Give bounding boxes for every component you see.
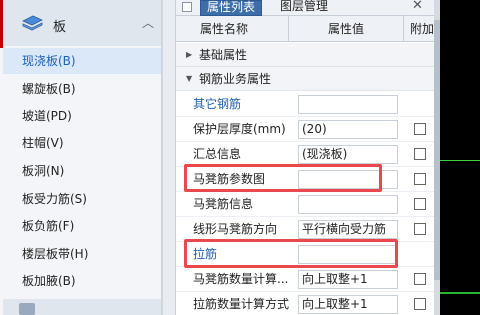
- property-name: 马凳筋数量计算...: [193, 272, 289, 286]
- tab-property-list[interactable]: 属性列表: [200, 0, 263, 16]
- highlight-box-mastirrup-diagram: [184, 164, 382, 192]
- property-panel: 属性列表 图层管理 ✕ 属性名称 属性值 附加 ▶ 基础属性 ▼ 钢筋业务属性 …: [175, 0, 435, 315]
- property-row[interactable]: 拉筋数量计算方式 向上取整+1: [176, 292, 435, 315]
- extra-checkbox[interactable]: [414, 123, 426, 135]
- group-rebar-properties[interactable]: ▼ 钢筋业务属性: [176, 67, 435, 91]
- property-row[interactable]: 马凳筋数量计算... 向上取整+1: [176, 267, 435, 292]
- col-extra[interactable]: 附加: [410, 16, 434, 42]
- extra-checkbox[interactable]: [414, 223, 426, 235]
- column-divider[interactable]: [403, 16, 404, 42]
- property-row[interactable]: 马凳筋信息: [176, 192, 435, 217]
- tree-item-ramp[interactable]: 坡道(PD): [3, 103, 161, 129]
- tab-layer-management[interactable]: 图层管理: [274, 0, 334, 16]
- property-name: 其它钢筋: [193, 97, 242, 111]
- tree-item-slab-hole[interactable]: 板洞(N): [3, 158, 161, 184]
- extra-checkbox[interactable]: [414, 198, 426, 210]
- tree-item-column-cap[interactable]: 柱帽(V): [3, 130, 161, 156]
- tree-item-floor-slab-strip[interactable]: 楼层板带(H): [3, 241, 161, 267]
- extra-checkbox[interactable]: [414, 298, 426, 310]
- col-property-name[interactable]: 属性名称: [200, 16, 248, 42]
- axis-line: [440, 292, 480, 294]
- tab-bar: 属性列表 图层管理 ✕: [176, 0, 435, 16]
- close-icon[interactable]: ✕: [412, 0, 423, 13]
- group-basic-properties[interactable]: ▶ 基础属性: [176, 43, 435, 67]
- tree-item-slab-neg-rebar[interactable]: 板负筋(F): [3, 213, 161, 239]
- extra-checkbox[interactable]: [414, 173, 426, 185]
- property-value-field[interactable]: [298, 195, 398, 214]
- next-category-header[interactable]: [3, 299, 161, 315]
- tree-item-slab-haunch[interactable]: 板加腋(B): [3, 268, 161, 294]
- pin-icon[interactable]: [182, 2, 192, 12]
- property-name: 马凳筋信息: [193, 197, 254, 211]
- component-tree: 板 ︿ 现浇板(B) 螺旋板(B) 坡道(PD) 柱帽(V) 板洞(N) 板受力…: [0, 0, 161, 315]
- group-label: 钢筋业务属性: [199, 72, 272, 86]
- slab-icon: [22, 15, 43, 31]
- extra-checkbox[interactable]: [414, 148, 426, 160]
- column-header: 属性名称 属性值 附加: [176, 16, 435, 42]
- property-name: 保护层厚度(mm): [193, 122, 286, 136]
- property-value-field[interactable]: [298, 95, 398, 114]
- collapse-arrow-icon[interactable]: ▼: [186, 67, 192, 91]
- panel-gap: [163, 0, 175, 315]
- extra-checkbox[interactable]: [414, 273, 426, 285]
- property-row[interactable]: 保护层厚度(mm) (20): [176, 117, 435, 142]
- category-header-slab[interactable]: 板 ︿: [3, 0, 161, 46]
- property-name: 拉筋数量计算方式: [193, 297, 290, 311]
- col-property-value[interactable]: 属性值: [328, 16, 364, 42]
- property-value: (20): [302, 122, 327, 136]
- category-icon: [19, 303, 35, 315]
- property-value: 向上取整+1: [302, 272, 368, 286]
- axis-line: [440, 160, 480, 161]
- expand-arrow-icon[interactable]: ▶: [186, 43, 192, 67]
- property-value: 向上取整+1: [302, 297, 368, 311]
- category-label: 板: [53, 20, 67, 35]
- column-divider[interactable]: [288, 16, 289, 42]
- group-label: 基础属性: [199, 48, 248, 62]
- drawing-canvas[interactable]: [440, 0, 480, 315]
- tree-item-cast-slab[interactable]: 现浇板(B): [3, 48, 161, 74]
- highlight-box-tie-bar: [184, 239, 398, 268]
- chevron-up-icon[interactable]: ︿: [142, 14, 154, 31]
- tree-item-spiral-slab[interactable]: 螺旋板(B): [3, 76, 161, 102]
- property-row[interactable]: 其它钢筋: [176, 92, 435, 117]
- tree-item-slab-main-rebar[interactable]: 板受力筋(S): [3, 186, 161, 212]
